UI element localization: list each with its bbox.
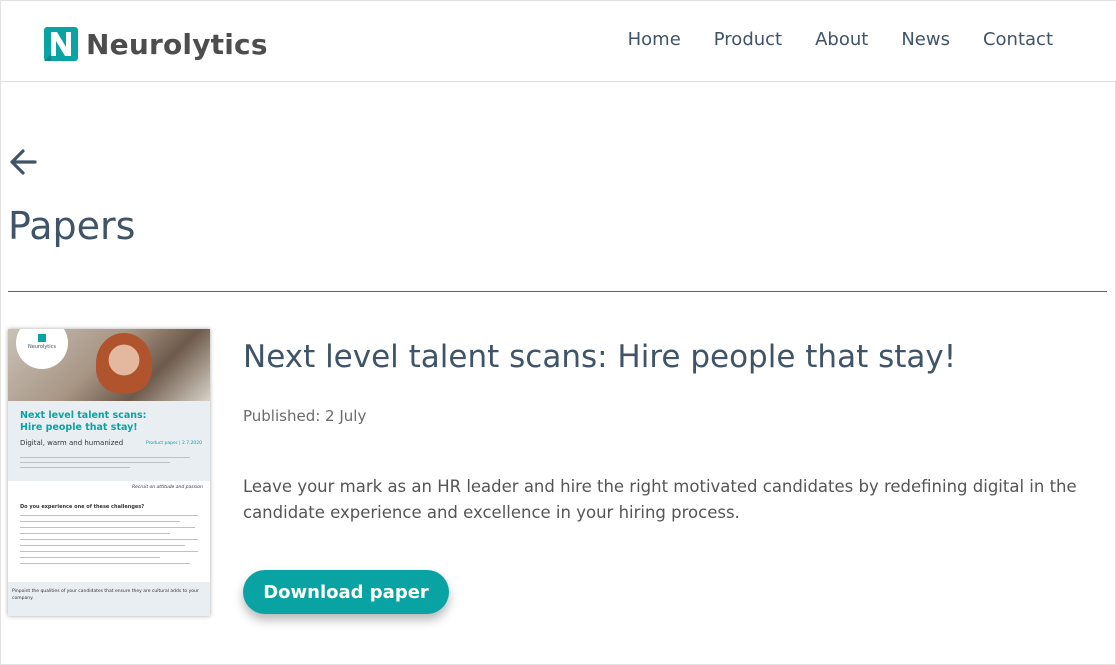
paper-description: Leave your mark as an HR leader and hire…: [243, 477, 1077, 522]
thumbnail-text-line: [20, 467, 130, 468]
main-nav: Home Product About News Contact: [628, 29, 1053, 50]
thumbnail-text-line: [20, 533, 170, 534]
thumbnail-text-line: [20, 551, 198, 552]
thumbnail-subheading: Digital, warm and humanized: [20, 439, 124, 447]
thumbnail-text-line: [20, 539, 198, 540]
thumbnail-tag: Product paper | 2.7.2020: [146, 441, 203, 446]
paper-thumbnail[interactable]: Neurolytics Next level talent scans: Hir…: [8, 329, 210, 616]
thumbnail-text-line: [20, 521, 180, 522]
nav-product[interactable]: Product: [714, 29, 782, 50]
nav-about[interactable]: About: [815, 29, 868, 50]
thumbnail-logo: Neurolytics: [24, 334, 60, 350]
divider: [8, 291, 1107, 292]
neurolytics-logo-icon: [44, 27, 78, 61]
thumbnail-text-line: [20, 515, 198, 516]
nav-home[interactable]: Home: [628, 29, 681, 50]
thumbnail-text-line: [20, 557, 160, 558]
thumbnail-text-line: [20, 563, 190, 564]
nav-contact[interactable]: Contact: [983, 29, 1053, 50]
thumbnail-question: Do you experience one of these challenge…: [20, 504, 145, 510]
brand-logo[interactable]: Neurolytics: [44, 27, 268, 61]
thumbnail-text-line: [20, 545, 185, 546]
paper-title[interactable]: Next level talent scans: Hire people tha…: [243, 339, 956, 375]
thumbnail-text-line: [20, 462, 170, 463]
thumbnail-text-line: [20, 457, 190, 458]
brand-name: Neurolytics: [86, 27, 268, 61]
thumbnail-person-image: [96, 333, 152, 393]
thumbnail-text-line: [20, 527, 195, 528]
site-header: Neurolytics Home Product About News Cont…: [1, 1, 1116, 82]
nav-news[interactable]: News: [901, 29, 950, 50]
published-date: Published: 2 July: [243, 407, 367, 425]
download-paper-button[interactable]: Download paper: [243, 570, 449, 614]
thumbnail-note: Recruit on attitude and passion: [132, 485, 203, 490]
back-arrow-icon[interactable]: [9, 148, 37, 176]
page-title: Papers: [8, 204, 136, 248]
thumbnail-heading: Next level talent scans: Hire people tha…: [20, 410, 147, 433]
thumbnail-footer: Pinpoint the qualities of your candidate…: [8, 582, 210, 616]
